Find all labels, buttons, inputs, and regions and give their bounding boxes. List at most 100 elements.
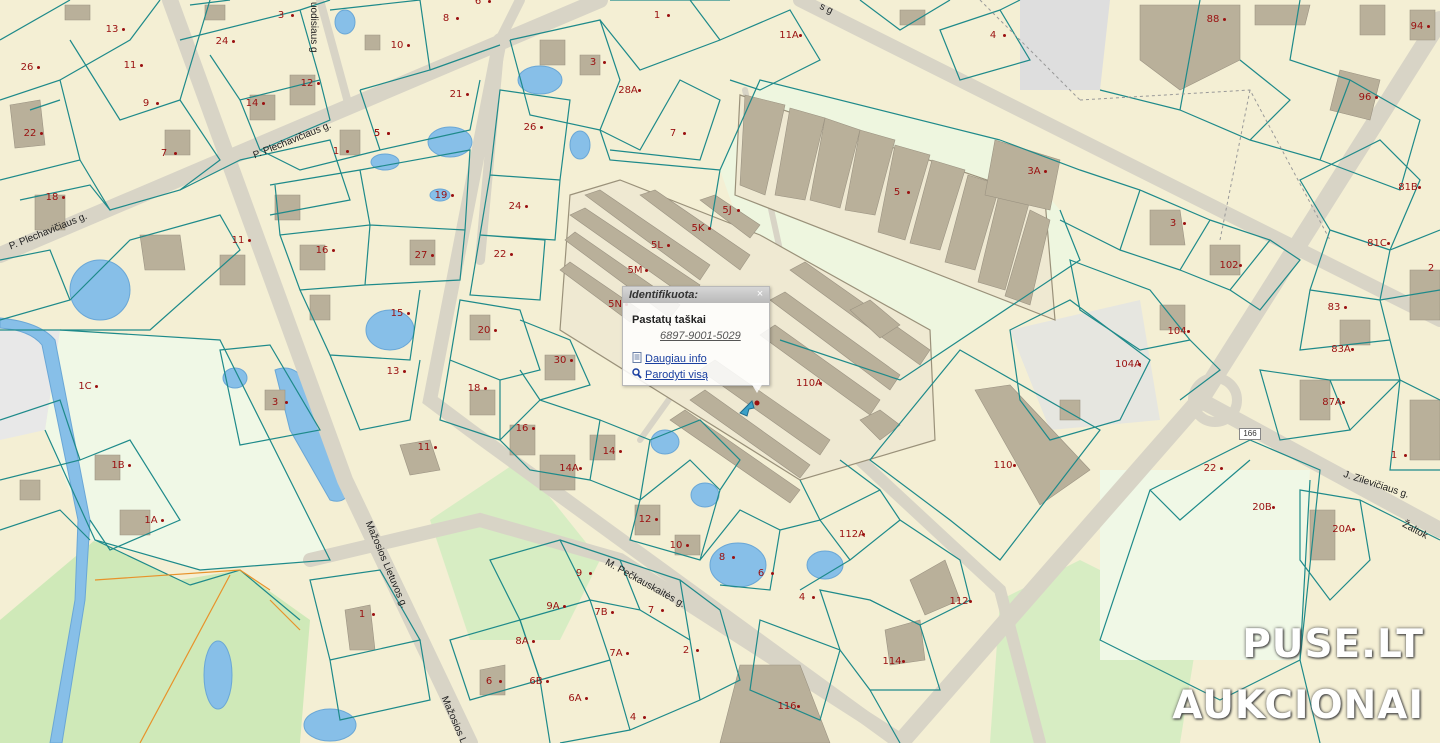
plot-label: 9A (546, 601, 560, 612)
plot-point-marker (1013, 464, 1016, 467)
plot-point-marker (372, 613, 375, 616)
plot-point-marker (737, 209, 740, 212)
plot-label: 3 (1169, 218, 1177, 229)
plot-label: 14 (602, 446, 616, 457)
plot-point-marker (686, 544, 689, 547)
plot-point-marker (797, 705, 800, 708)
plot-point-marker (708, 227, 711, 230)
plot-label: 8A (515, 636, 529, 647)
plot-label: 102 (1219, 260, 1239, 271)
more-info-link[interactable]: Daugiau info (632, 352, 707, 365)
plot-label: 30 (553, 355, 567, 366)
plot-label: 14 (245, 98, 259, 109)
plot-point-marker (407, 312, 410, 315)
pond (569, 130, 591, 160)
gray-area (1020, 0, 1110, 90)
plot-label: 22 (1203, 463, 1217, 474)
plot-point-marker (570, 359, 573, 362)
plot-point-marker (603, 61, 606, 64)
plot-label: 104 (1167, 326, 1187, 337)
plot-label: 9 (575, 568, 583, 579)
plot-point-marker (451, 194, 454, 197)
plot-point-marker (1138, 363, 1141, 366)
route-badge: 166 (1239, 428, 1261, 440)
plot-point-marker (248, 239, 251, 242)
pond (203, 640, 233, 710)
plot-label: 15 (390, 308, 404, 319)
plot-label: 112 (949, 596, 969, 607)
plot-point-marker (546, 680, 549, 683)
pond (303, 708, 357, 742)
pond (690, 482, 720, 508)
plot-point-marker (62, 196, 65, 199)
plot-label: 7 (647, 605, 655, 616)
plot-label: 4 (798, 592, 806, 603)
plot-label: 5K (691, 223, 705, 234)
plot-label: 110A (796, 378, 822, 389)
popup-header: Identifikuota: (623, 287, 769, 303)
plot-point-marker (37, 66, 40, 69)
plot-point-marker (1187, 330, 1190, 333)
plot-label: 11A (779, 30, 799, 41)
plot-point-marker (1223, 18, 1226, 21)
plot-point-marker (579, 467, 582, 470)
plot-point-marker (494, 329, 497, 332)
plot-point-marker (638, 89, 641, 92)
plot-point-marker (626, 652, 629, 655)
plot-label: 6A (568, 693, 582, 704)
plot-point-marker (732, 556, 735, 559)
plot-point-marker (667, 244, 670, 247)
plot-label: 6 (474, 0, 482, 7)
plot-label: 3 (277, 10, 285, 21)
plot-label: 81C (1367, 238, 1387, 249)
plot-point-marker (291, 14, 294, 17)
plot-point-marker (431, 254, 434, 257)
plot-label: 7 (160, 148, 168, 159)
plot-label: 83A (1331, 344, 1351, 355)
close-icon[interactable]: × (755, 289, 765, 300)
pond (517, 65, 563, 95)
plot-point-marker (95, 385, 98, 388)
identify-popup[interactable]: Identifikuota: × Pastatų taškai 6897-900… (622, 286, 770, 393)
plot-label: 8 (442, 13, 450, 24)
plot-point-marker (643, 716, 646, 719)
magnifier-icon (632, 368, 642, 379)
plot-label: 3 (271, 397, 279, 408)
plot-point-marker (488, 0, 491, 3)
plot-point-marker (1272, 506, 1275, 509)
plot-point-marker (696, 649, 699, 652)
plot-point-marker (262, 102, 265, 105)
plot-point-marker (1003, 34, 1006, 37)
show-all-label: Parodyti visą (645, 369, 708, 381)
plot-point-marker (619, 450, 622, 453)
cadastre-map[interactable]: 13 26 11 9 7 24 3 14 12 10 8 6 1 11A 4 88 94 96 22 18 21 5 19 2… (0, 0, 1440, 743)
plot-label: 5 (373, 128, 381, 139)
popup-pointer (751, 383, 763, 393)
plot-label: 10 (390, 40, 404, 51)
plot-point-marker (969, 600, 972, 603)
pond (69, 259, 131, 321)
plot-label: 10 (669, 540, 683, 551)
plot-label: 18 (467, 383, 481, 394)
plot-label: 116 (777, 701, 797, 712)
plot-label: 11 (417, 442, 431, 453)
plot-label: 11 (231, 235, 245, 246)
plot-label: 6 (485, 676, 493, 687)
plot-label: 7 (669, 128, 677, 139)
plot-point-marker (122, 28, 125, 31)
plot-label: 13 (386, 366, 400, 377)
plot-label: 20 (477, 325, 491, 336)
plot-point-marker (40, 132, 43, 135)
plot-markers (754, 400, 760, 406)
plot-label: 12 (300, 78, 314, 89)
plot-point-marker (161, 519, 164, 522)
plot-label: 3A (1027, 166, 1041, 177)
plot-point-marker (499, 680, 502, 683)
plot-point-marker (403, 370, 406, 373)
plot-point-marker (563, 605, 566, 608)
plot-label: 5L (651, 240, 663, 251)
plot-point-marker (1239, 264, 1242, 267)
popup-object-id[interactable]: 6897-9001-5029 (660, 330, 741, 342)
show-all-link[interactable]: Parodyti visą (632, 368, 708, 381)
plot-label: 1A (144, 515, 158, 526)
